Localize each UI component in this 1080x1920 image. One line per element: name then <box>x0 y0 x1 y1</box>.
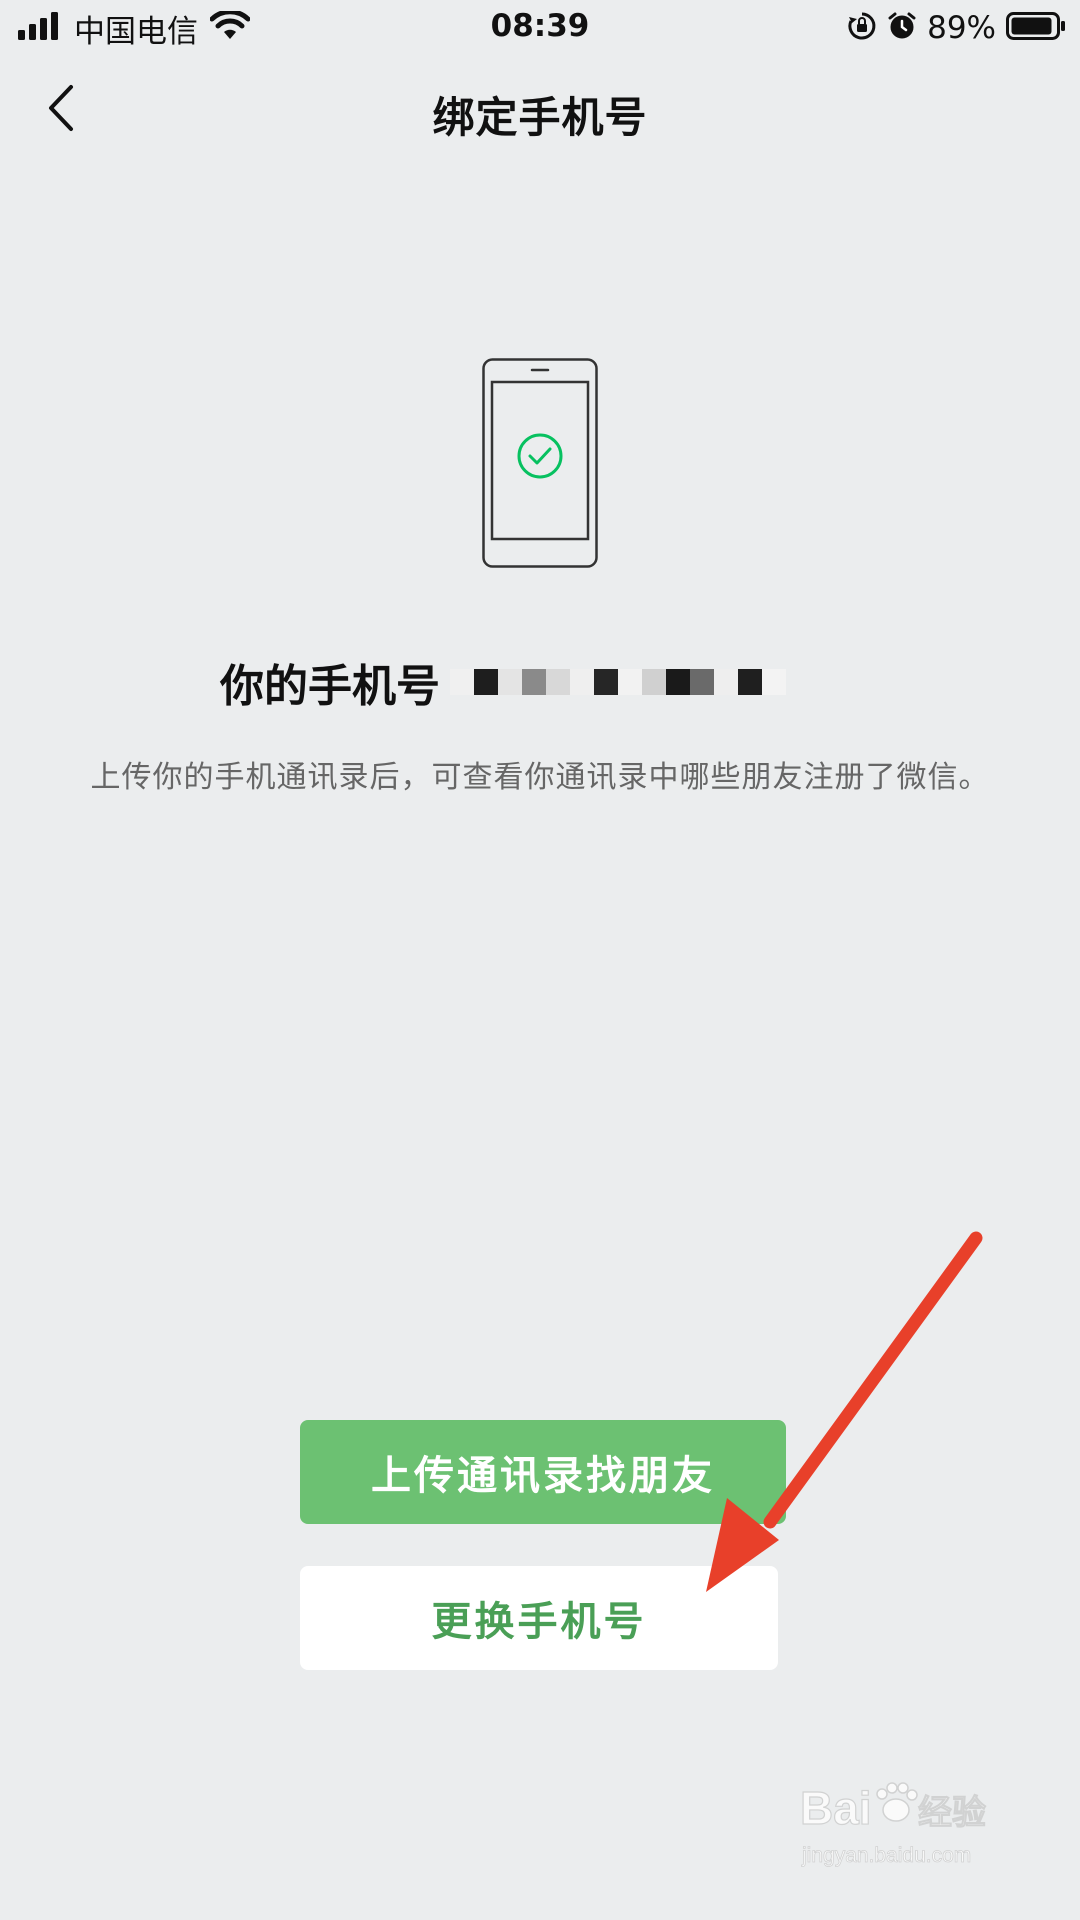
alarm-icon <box>887 11 917 45</box>
phone-number-masked <box>450 669 786 695</box>
change-number-button[interactable]: 更换手机号 <box>300 1566 778 1670</box>
paw-icon <box>876 1782 918 1822</box>
upload-contacts-button[interactable]: 上传通讯录找朋友 <box>300 1420 786 1524</box>
status-bar: 中国电信 08:39 89% <box>0 0 1080 55</box>
status-right: 89% <box>847 8 1066 48</box>
phone-number-row: 你的手机号 <box>220 652 920 712</box>
watermark-suffix: 经验 <box>918 1793 986 1833</box>
rotation-lock-icon <box>847 11 877 45</box>
description-text: 上传你的手机通讯录后，可查看你通讯录中哪些朋友注册了微信。 <box>90 760 990 795</box>
phone-number-label: 你的手机号 <box>220 661 440 712</box>
screen: 中国电信 08:39 89% 绑定手机号 你的手机号 上传你的手机通讯录后，可查… <box>0 0 1080 1920</box>
battery-icon <box>1006 11 1066 45</box>
battery-percent: 89% <box>927 10 996 46</box>
watermark-url: jingyan.baidu.com <box>801 1844 971 1867</box>
nav-bar: 绑定手机号 <box>0 60 1080 160</box>
phone-check-icon <box>482 358 598 568</box>
watermark-brand: Bai <box>800 1782 872 1834</box>
watermark: Bai 经验 jingyan.baidu.com <box>794 1766 1024 1876</box>
page-title: 绑定手机号 <box>432 93 648 142</box>
